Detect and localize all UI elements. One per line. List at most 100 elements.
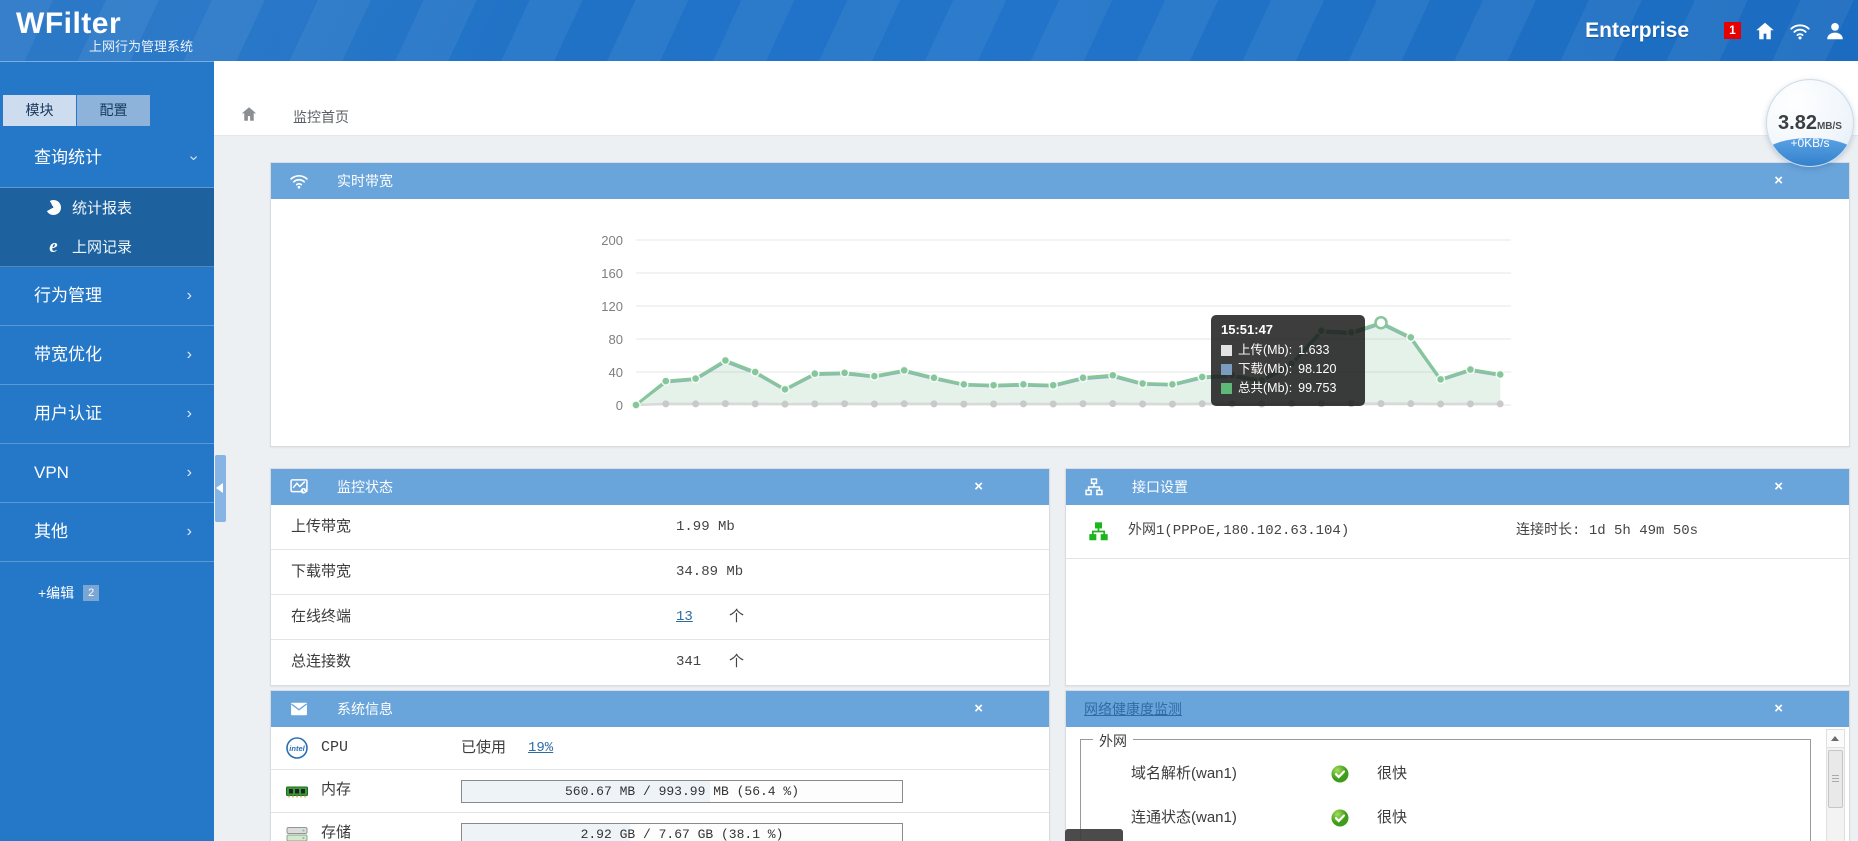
edition-label: Enterprise xyxy=(1585,19,1689,43)
edit-link[interactable]: +编辑 2 xyxy=(38,583,99,603)
sidebar-item-4[interactable]: VPN› xyxy=(0,444,214,503)
close-icon[interactable]: × xyxy=(974,469,983,505)
row-value: 341 xyxy=(676,640,701,684)
check-label: 连通状态(wan1) xyxy=(1131,800,1237,836)
user-icon[interactable] xyxy=(1824,20,1846,42)
panel-title: 接口设置 xyxy=(1132,477,1188,497)
pie-chart-icon xyxy=(43,197,63,217)
submenu-label: 上网记录 xyxy=(72,236,132,257)
wifi-panel-icon xyxy=(289,171,309,191)
panel-scrollbar[interactable] xyxy=(1826,729,1845,841)
row-unit: 个 xyxy=(729,640,744,684)
row-label: 上传带宽 xyxy=(291,505,351,549)
row-value-link[interactable]: 13 xyxy=(676,595,693,639)
chevron-down-icon: › xyxy=(164,155,222,160)
panel-monitor-status: 监控状态 × 上传带宽1.99 Mb下载带宽34.89 Mb在线终端13个总连接… xyxy=(270,468,1050,686)
panel-network-health-header[interactable]: 网络健康度监测 × xyxy=(1066,691,1849,727)
svg-text:80: 80 xyxy=(609,332,623,347)
breadcrumb-home-icon[interactable] xyxy=(240,105,258,128)
check-status: 很快 xyxy=(1377,756,1407,792)
panel-title-link[interactable]: 网络健康度监测 xyxy=(1084,699,1182,719)
home-icon[interactable] xyxy=(1754,20,1776,42)
partial-tooltip xyxy=(1065,829,1123,841)
close-icon[interactable]: × xyxy=(974,691,983,727)
breadcrumb-title[interactable]: 监控首页 xyxy=(293,107,349,127)
envelope-icon xyxy=(289,699,309,719)
tooltip-label: 总共(Mb): xyxy=(1238,379,1292,398)
usage-percent-link[interactable]: 19% xyxy=(528,727,553,769)
close-icon[interactable]: × xyxy=(1774,469,1783,505)
tooltip-value: 99.753 xyxy=(1298,379,1336,398)
panel-title: 系统信息 xyxy=(337,699,393,719)
svg-text:0: 0 xyxy=(616,398,623,413)
panel-title: 实时带宽 xyxy=(337,171,393,191)
menu-label: 查询统计 xyxy=(34,148,102,167)
tooltip-time: 15:51:47 xyxy=(1221,322,1355,337)
gauge-speed: 3.82MB/S xyxy=(1767,112,1853,135)
row-label: 下载带宽 xyxy=(291,550,351,594)
sidebar-item-5[interactable]: 其他› xyxy=(0,503,214,562)
svg-text:120: 120 xyxy=(601,299,623,314)
check-label: 域名解析(wan1) xyxy=(1131,756,1237,792)
row-unit: 个 xyxy=(729,595,744,639)
network-tree-icon xyxy=(1084,477,1104,497)
sidebar: 模块 配置 查询统计›统计报表上网记录行为管理›带宽优化›用户认证›VPN›其他… xyxy=(0,61,214,841)
wan-duration: 连接时长: 1d 5h 49m 50s xyxy=(1516,505,1698,558)
breadcrumb: 监控首页 xyxy=(214,61,1858,136)
menu-label: 其他 xyxy=(34,522,68,541)
notification-badge[interactable]: 1 xyxy=(1724,22,1741,39)
usage-progress: 560.67 MB / 993.99 MB (56.4 %) xyxy=(461,780,903,803)
storage-icon xyxy=(285,822,309,841)
app-header: WFilter 上网行为管理系统 Enterprise 1 xyxy=(0,0,1858,61)
speed-gauge[interactable]: 3.82MB/S +0KB/s xyxy=(1766,79,1854,167)
panel-interface-settings-header[interactable]: 接口设置 × xyxy=(1066,469,1849,505)
system-row-1: 内存 560.67 MB / 993.99 MB (56.4 %) xyxy=(271,770,1049,813)
menu-label: 行为管理 xyxy=(34,286,102,305)
edit-label: +编辑 xyxy=(38,583,74,603)
row-value: 34.89 Mb xyxy=(676,550,743,594)
svg-text:40: 40 xyxy=(609,365,623,380)
header-actions: Enterprise 1 xyxy=(1585,0,1846,61)
monitor-row-0: 上传带宽 1.99 Mb xyxy=(271,505,1049,550)
scrollbar-thumb[interactable] xyxy=(1828,750,1843,808)
wifi-icon[interactable] xyxy=(1789,20,1811,42)
scrollbar-up-arrow-icon[interactable] xyxy=(1827,730,1844,748)
row-label: 在线终端 xyxy=(291,595,351,639)
sidebar-collapse-handle[interactable] xyxy=(215,455,226,522)
line-chart-icon xyxy=(289,477,309,497)
tooltip-label: 下载(Mb): xyxy=(1238,360,1292,379)
sidebar-subitem-1[interactable]: 上网记录 xyxy=(0,227,214,266)
sidebar-subitem-0[interactable]: 统计报表 xyxy=(0,188,214,227)
chevron-right-icon: › xyxy=(187,326,192,384)
tab-config[interactable]: 配置 xyxy=(77,95,150,126)
row-label: 存储 xyxy=(321,813,351,841)
panel-system-info-header[interactable]: 系统信息 × xyxy=(271,691,1049,727)
tab-modules[interactable]: 模块 xyxy=(3,95,76,126)
edit-count-badge: 2 xyxy=(83,585,99,601)
app-logo-subtitle: 上网行为管理系统 xyxy=(89,36,193,55)
close-icon[interactable]: × xyxy=(1774,163,1783,199)
chart-tooltip: 15:51:47 上传(Mb):1.633下载(Mb):98.120总共(Mb)… xyxy=(1211,315,1365,406)
wan-connection-row[interactable]: 外网1(PPPoE,180.102.63.104) 连接时长: 1d 5h 49… xyxy=(1066,505,1849,559)
chevron-right-icon: › xyxy=(187,385,192,443)
usage-prefix: 已使用 xyxy=(461,727,506,769)
sidebar-item-0[interactable]: 查询统计› xyxy=(0,129,214,188)
panel-realtime-bandwidth-header[interactable]: 实时带宽 × xyxy=(271,163,1849,199)
wan-name: 外网1(PPPoE,180.102.63.104) xyxy=(1128,505,1349,558)
tooltip-swatch xyxy=(1221,364,1232,375)
monitor-row-1: 下载带宽 34.89 Mb xyxy=(271,550,1049,595)
row-label: CPU xyxy=(321,727,348,769)
bandwidth-chart[interactable]: 04080120160200 xyxy=(271,199,1847,445)
sidebar-item-2[interactable]: 带宽优化 › xyxy=(0,326,214,385)
sidebar-tabs: 模块 配置 xyxy=(3,95,150,126)
close-icon[interactable]: × xyxy=(1774,691,1783,727)
row-value: 1.99 Mb xyxy=(676,505,735,549)
row-label: 内存 xyxy=(321,770,351,812)
menu-label: 带宽优化 xyxy=(34,345,102,364)
wfilter-dashboard: WFilter 上网行为管理系统 Enterprise 1 模块 配置 查询统计… xyxy=(0,0,1858,841)
system-row-2: 存储2.92 GB / 7.67 GB (38.1 %) xyxy=(271,813,1049,841)
sidebar-item-1[interactable]: 行为管理› xyxy=(0,267,214,326)
sidebar-item-3[interactable]: 用户认证› xyxy=(0,385,214,444)
panel-monitor-status-header[interactable]: 监控状态 × xyxy=(271,469,1049,505)
wan-health-group: 外网 域名解析(wan1)很快连通状态(wan1)很快 xyxy=(1080,739,1811,841)
